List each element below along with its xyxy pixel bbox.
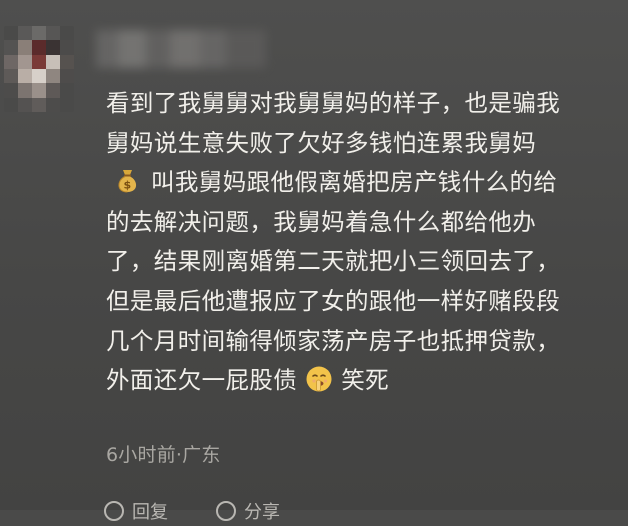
svg-text:$: $ (123, 179, 131, 192)
comment-text: 看到了我舅舅对我舅舅妈的样子，也是骗我 舅妈说生意失败了欠好多钱怕连累我舅妈 $… (106, 84, 606, 401)
comment-card: 看到了我舅舅对我舅舅妈的样子，也是骗我 舅妈说生意失败了欠好多钱怕连累我舅妈 $… (0, 0, 628, 523)
comment-actions: 回复 分享 (104, 496, 328, 526)
reply-label: 回复 (132, 502, 168, 523)
shushing-face-emoji-icon (305, 365, 333, 393)
share-icon (216, 501, 236, 521)
comment-line: 外面还欠一屁股债 笑死 (106, 361, 606, 401)
comment-line-text: 外面还欠一屁股债 (106, 366, 298, 395)
comment-line-suffix: 笑死 (341, 366, 390, 395)
comment-line: 看到了我舅舅对我舅舅妈的样子，也是骗我 (106, 89, 561, 117)
reply-button[interactable]: 回复 (104, 498, 168, 524)
comment-line: 的去解决问题，我舅妈着急什么都给他办 (106, 207, 537, 236)
share-button[interactable]: 分享 (216, 498, 280, 524)
comment-line: 几个月时间输得倾家荡产房子也抵押贷款， (106, 326, 561, 355)
money-bag-emoji-icon: $ (114, 167, 141, 194)
comment-line: 了，结果刚离婚第二天就把小三领回去了， (106, 247, 561, 276)
username-blurred[interactable] (96, 30, 266, 68)
comment-line-text: 叫我舅妈跟他假离婚把房产钱什么的给 (151, 168, 558, 197)
avatar[interactable] (4, 26, 74, 112)
comment-line: $ 叫我舅妈跟他假离婚把房产钱什么的给 (106, 163, 606, 203)
comment-line: 舅妈说生意失败了欠好多钱怕连累我舅妈 (106, 128, 537, 157)
timestamp-location: 6小时前·广东 (106, 444, 221, 466)
share-label: 分享 (244, 502, 280, 523)
reply-icon (104, 501, 124, 521)
comment-line: 但是最后他遭报应了女的跟他一样好赌段段 (106, 286, 561, 315)
